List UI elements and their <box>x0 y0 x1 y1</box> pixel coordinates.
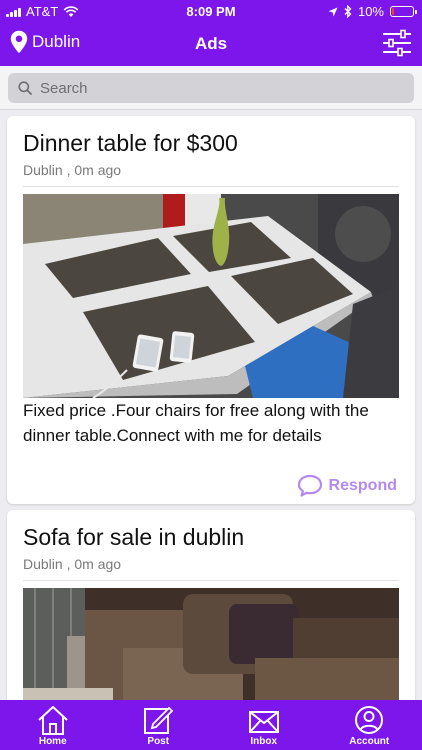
battery-percent: 10% <box>357 4 384 19</box>
search-icon <box>18 81 32 95</box>
ad-card[interactable]: Sofa for sale in dublin Dublin , 0m ago <box>7 510 415 700</box>
ad-divider <box>23 186 399 187</box>
tab-inbox[interactable]: Inbox <box>211 700 317 750</box>
search-input[interactable] <box>40 79 390 97</box>
ad-card[interactable]: Dinner table for $300 Dublin , 0m ago Fi… <box>7 116 415 504</box>
ad-meta: Dublin , 0m ago <box>23 556 122 572</box>
sliders-icon <box>383 29 411 57</box>
tab-bar: Home Post Inbox Account <box>0 700 422 750</box>
tab-post-label: Post <box>147 736 170 747</box>
app-header: AT&T 8:09 PM 10% Dublin Ads <box>0 0 422 66</box>
respond-button[interactable]: Respond <box>297 474 397 498</box>
sofa-photo <box>23 588 399 700</box>
dinner-table-photo <box>23 194 399 398</box>
filter-button[interactable] <box>382 29 412 57</box>
app-screen: AT&T 8:09 PM 10% Dublin Ads Search Dinne… <box>0 0 422 750</box>
search-bar-container <box>0 66 422 110</box>
ad-photo[interactable] <box>23 588 399 700</box>
bluetooth-icon <box>344 5 352 18</box>
ad-title: Dinner table for $300 <box>23 130 238 156</box>
account-icon <box>355 706 384 734</box>
ads-feed[interactable]: Dinner table for $300 Dublin , 0m ago Fi… <box>0 110 422 700</box>
tab-home-label: Home <box>38 736 67 747</box>
search-field[interactable] <box>8 73 414 103</box>
ad-description: Fixed price .Four chairs for free along … <box>23 401 369 445</box>
status-right: 10% <box>328 4 417 19</box>
location-arrow-icon <box>328 7 338 16</box>
home-icon <box>38 706 68 735</box>
status-bar: AT&T 8:09 PM 10% <box>0 0 422 24</box>
tab-home[interactable]: Home <box>0 700 106 750</box>
page-title: Ads <box>194 34 228 53</box>
tab-account[interactable]: Account <box>317 700 422 750</box>
chat-bubble-icon <box>297 474 322 497</box>
ad-photo[interactable] <box>23 194 399 398</box>
post-icon <box>144 706 174 734</box>
inbox-icon <box>248 711 279 733</box>
tab-inbox-label: Inbox <box>250 736 278 747</box>
ad-divider <box>23 580 399 581</box>
nav-bar: Dublin Ads <box>0 26 422 64</box>
ad-meta: Dublin , 0m ago <box>23 162 122 178</box>
respond-label: Respond <box>328 477 397 494</box>
tab-post[interactable]: Post <box>106 700 212 750</box>
ad-title: Sofa for sale in dublin <box>23 524 245 550</box>
tab-account-label: Account <box>349 736 390 747</box>
battery-level-fill <box>392 8 394 15</box>
battery-icon <box>390 6 417 17</box>
